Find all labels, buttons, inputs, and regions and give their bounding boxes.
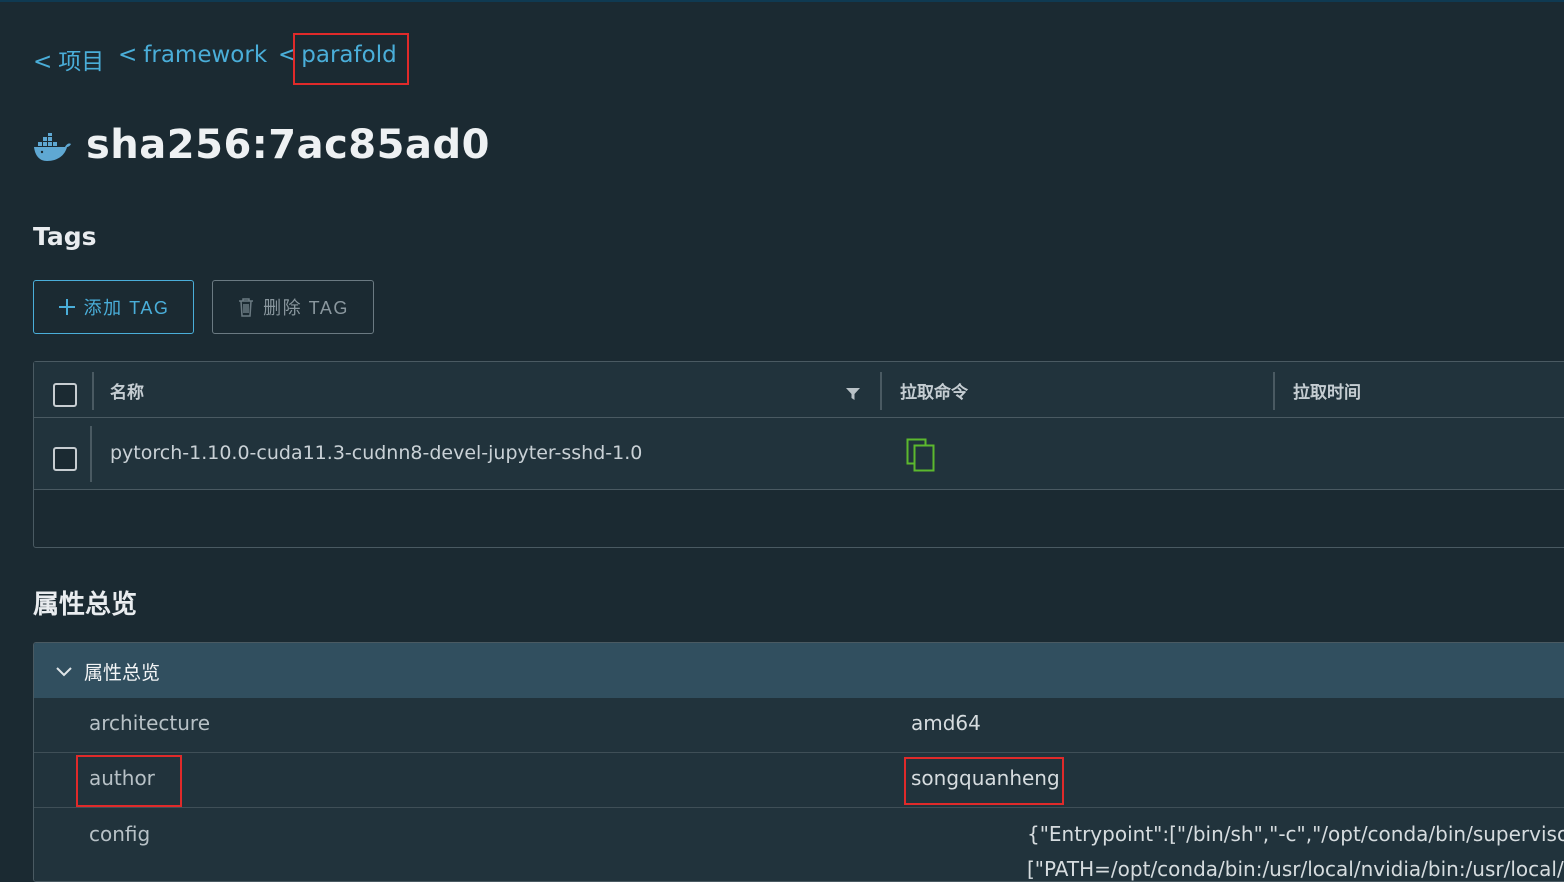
filter-icon[interactable]: [846, 386, 860, 405]
tag-name-cell: pytorch-1.10.0-cuda11.3-cudnn8-devel-jup…: [110, 442, 643, 464]
column-header-pull-time[interactable]: 拉取时间: [1293, 378, 1361, 403]
highlight-box-songquanheng: [904, 757, 1064, 805]
properties-heading: 属性总览: [33, 590, 138, 620]
properties-panel-header[interactable]: 属性总览: [34, 643, 1564, 698]
property-key: architecture: [89, 711, 211, 735]
trash-icon: [237, 297, 255, 317]
tags-datagrid: 名称 拉取命令 拉取时间 pytorch-1.10.0-cuda11.3-cud…: [33, 361, 1564, 548]
page-title: sha256:7ac85ad0: [86, 122, 490, 168]
breadcrumb-separator: <: [33, 49, 53, 75]
breadcrumb-link-projects[interactable]: < 项目: [33, 42, 104, 76]
top-accent-line: [0, 0, 1564, 2]
column-separator: [90, 426, 92, 482]
property-row-config: config {"Entrypoint":["/bin/sh","-c","/o…: [34, 808, 1564, 881]
copy-icon[interactable]: [906, 438, 936, 476]
delete-tag-label: 删除 TAG: [263, 298, 349, 318]
row-checkbox[interactable]: [53, 447, 77, 471]
highlight-box-parafold: [293, 33, 409, 85]
property-key: config: [89, 822, 151, 846]
properties-panel-title: 属性总览: [84, 662, 161, 684]
breadcrumb-separator: <: [118, 42, 138, 68]
select-all-checkbox[interactable]: [53, 383, 77, 407]
docker-whale-icon: [32, 133, 72, 167]
breadcrumb-label: 项目: [58, 49, 105, 75]
table-row: pytorch-1.10.0-cuda11.3-cudnn8-devel-jup…: [34, 418, 1564, 490]
column-separator: [92, 372, 94, 410]
property-value: amd64: [911, 711, 981, 735]
property-value-continued: ["PATH=/opt/conda/bin:/usr/local/nvidia/…: [1027, 857, 1564, 881]
properties-panel: 属性总览 architecture amd64 author songquanh…: [33, 642, 1564, 882]
property-row-architecture: architecture amd64: [34, 698, 1564, 753]
column-resize-handle[interactable]: [1273, 372, 1275, 410]
add-tag-button[interactable]: 添加 TAG: [33, 280, 194, 334]
column-header-name[interactable]: 名称: [110, 378, 144, 403]
property-row-author: author songquanheng: [34, 753, 1564, 808]
add-tag-label: 添加 TAG: [83, 298, 170, 318]
highlight-box-author: [76, 755, 182, 807]
datagrid-header: 名称 拉取命令 拉取时间: [34, 362, 1564, 418]
property-value: {"Entrypoint":["/bin/sh","-c","/opt/cond…: [1027, 822, 1564, 846]
breadcrumb-label: framework: [143, 42, 268, 68]
column-header-pull-command[interactable]: 拉取命令: [900, 378, 968, 403]
chevron-down-icon[interactable]: [56, 663, 72, 682]
plus-icon: [58, 298, 76, 316]
breadcrumb-link-framework[interactable]: < framework: [118, 42, 267, 68]
tags-heading: Tags: [33, 222, 97, 251]
delete-tag-button[interactable]: 删除 TAG: [212, 280, 374, 334]
column-resize-handle[interactable]: [880, 372, 882, 410]
